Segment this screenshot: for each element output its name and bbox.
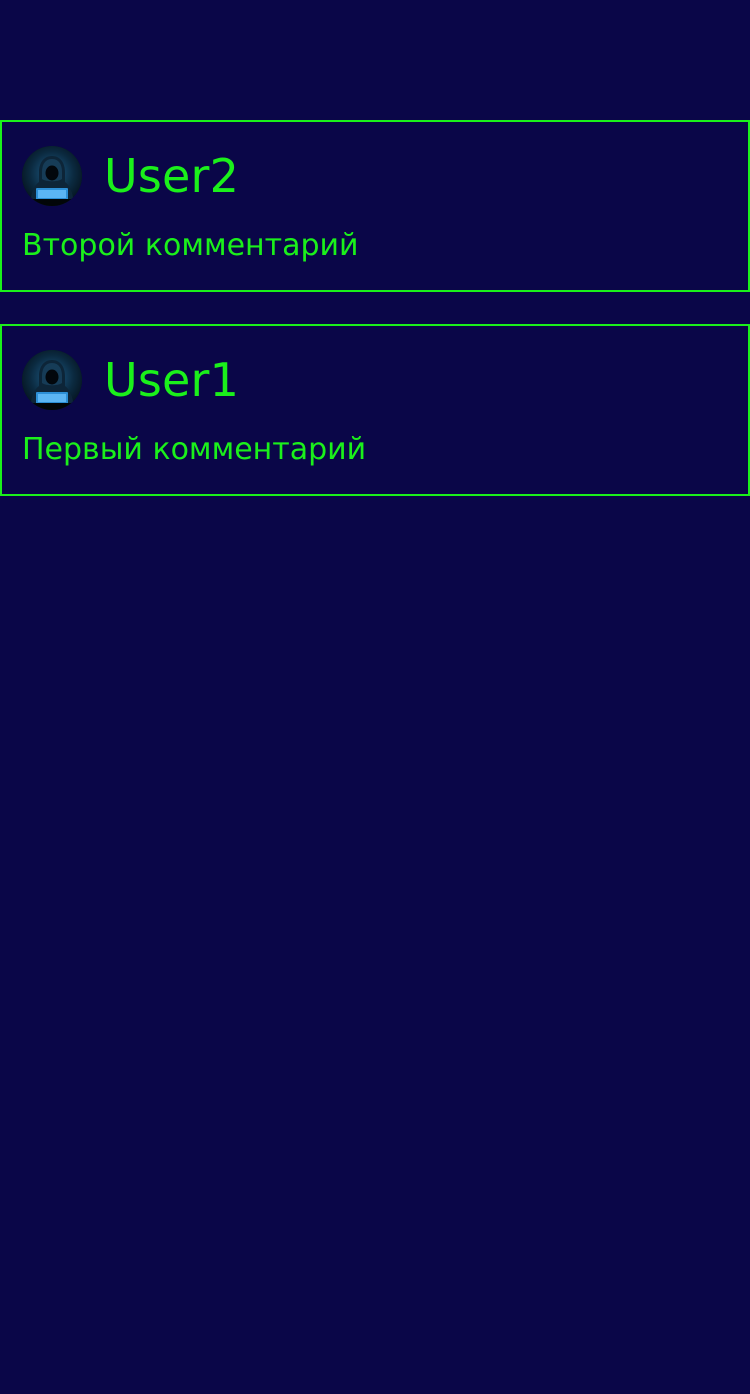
comment-username[interactable]: User2 bbox=[104, 153, 239, 199]
hacker-avatar-icon[interactable] bbox=[22, 146, 82, 206]
hacker-avatar-icon[interactable] bbox=[22, 350, 82, 410]
comment-username[interactable]: User1 bbox=[104, 357, 239, 403]
comment-card: User1 Первый комментарий bbox=[0, 324, 750, 496]
comment-text: Второй комментарий bbox=[22, 228, 359, 263]
comment-header: User1 bbox=[22, 349, 748, 411]
comment-header: User2 bbox=[22, 145, 748, 207]
comment-text: Первый комментарий bbox=[22, 432, 367, 467]
comment-card: User2 Второй комментарий bbox=[0, 120, 750, 292]
comment-list: User2 Второй комментарий User1 Первый ко… bbox=[0, 120, 750, 528]
